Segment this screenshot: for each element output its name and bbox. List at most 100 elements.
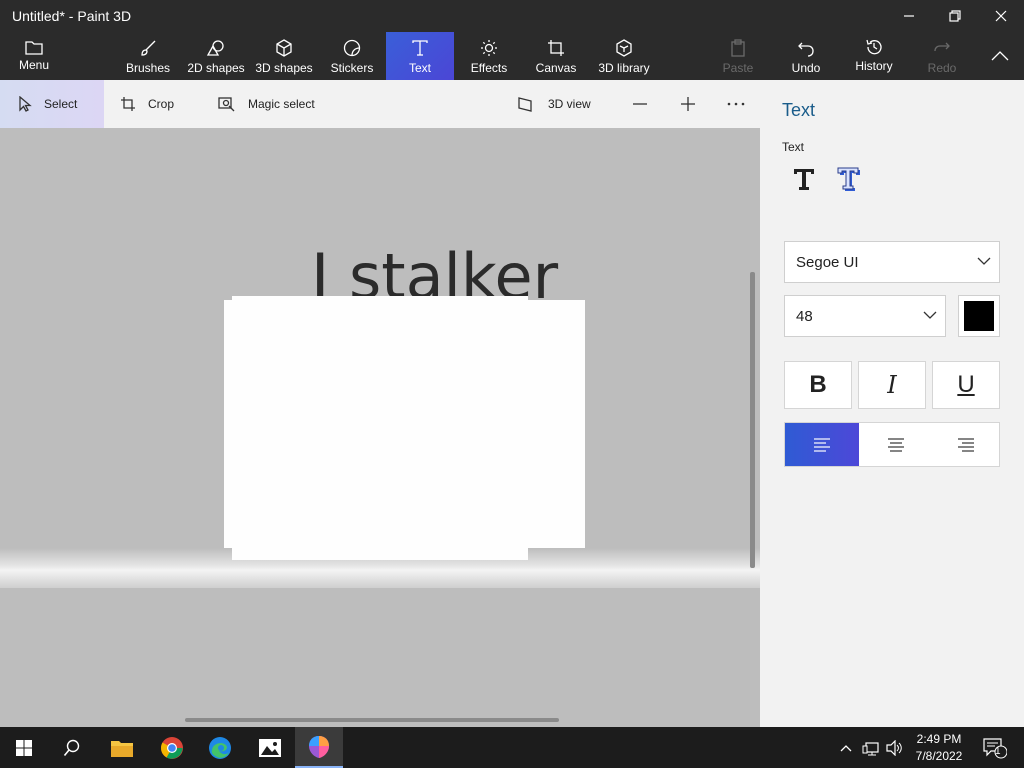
file-explorer-button[interactable] [98, 727, 146, 768]
underline-button[interactable]: U [932, 361, 1000, 409]
2d-shapes-label: 2D shapes [187, 61, 245, 75]
canvas-button[interactable]: Canvas [528, 32, 584, 80]
3d-library-button[interactable]: 3D library [594, 32, 654, 80]
effects-label: Effects [470, 61, 508, 75]
align-left-button[interactable] [785, 423, 859, 466]
underline-label: U [957, 371, 975, 398]
italic-button[interactable]: I [858, 361, 926, 409]
3d-shapes-button[interactable]: 3D shapes [252, 32, 316, 80]
brush-icon [141, 40, 156, 56]
text-color-swatch [964, 301, 994, 331]
text-properties-panel: Text Text Segoe UI 48 B I U [760, 80, 1024, 727]
brushes-label: Brushes [125, 61, 171, 75]
text-color-picker[interactable] [958, 295, 1000, 337]
clock-time: 2:49 PM [916, 732, 962, 746]
3d-view-button[interactable]: 3D view [518, 80, 608, 128]
undo-icon [798, 42, 814, 57]
horizontal-scrollbar[interactable] [185, 718, 559, 722]
3d-text-button[interactable] [834, 164, 864, 194]
more-icon [727, 102, 745, 106]
photos-icon [259, 738, 281, 757]
select-label: Select [44, 97, 78, 111]
stickers-button[interactable]: Stickers [324, 32, 380, 80]
paint-3d-icon [309, 735, 329, 758]
minus-icon [633, 103, 647, 105]
3d-shapes-label: 3D shapes [255, 61, 313, 75]
history-label: History [855, 59, 893, 73]
network-icon [862, 741, 879, 755]
clock-date: 7/8/2022 [915, 749, 963, 763]
chrome-button[interactable] [148, 727, 196, 768]
brushes-button[interactable]: Brushes [118, 32, 178, 80]
volume-button[interactable] [884, 727, 906, 768]
text-label: Text [408, 61, 431, 75]
crop-icon [121, 97, 135, 111]
bold-label: B [809, 371, 827, 398]
start-button[interactable] [0, 727, 48, 768]
magic-select-button[interactable]: Magic select [218, 80, 338, 128]
minimize-button[interactable] [886, 0, 932, 32]
system-clock[interactable]: 2:49 PM 7/8/2022 [904, 731, 974, 765]
history-button[interactable]: History [848, 32, 900, 80]
text-button[interactable]: Text [386, 32, 454, 80]
bold-button[interactable]: B [784, 361, 852, 409]
restore-icon [949, 10, 961, 22]
search-icon [63, 739, 80, 756]
2d-text-button[interactable] [789, 164, 819, 194]
history-icon [866, 39, 882, 55]
effects-button[interactable]: Effects [462, 32, 516, 80]
network-button[interactable] [860, 727, 882, 768]
close-icon [995, 10, 1007, 22]
window-title: Untitled* - Paint 3D [12, 8, 132, 24]
paint-3d-taskbar-button[interactable] [295, 727, 343, 768]
restore-button[interactable] [932, 0, 978, 32]
font-size-dropdown[interactable]: 48 [784, 295, 946, 337]
paste-button[interactable]: Paste [716, 32, 760, 80]
2d-shapes-icon [206, 40, 224, 56]
close-button[interactable] [978, 0, 1024, 32]
chevron-up-icon [840, 744, 852, 751]
2d-shapes-button[interactable]: 2D shapes [184, 32, 248, 80]
align-center-button[interactable] [859, 423, 933, 466]
canvas-workspace[interactable]: I stalker [0, 128, 760, 727]
zoom-out-button[interactable] [626, 80, 654, 128]
notifications-button[interactable]: 1 [980, 727, 1010, 768]
show-hidden-icons-button[interactable] [836, 727, 856, 768]
text-style-label: Text [782, 140, 805, 154]
redo-button[interactable]: Redo [920, 32, 964, 80]
notification-count: 1 [995, 746, 1001, 757]
canvas-label: Canvas [535, 61, 577, 75]
cube-icon [276, 39, 292, 57]
vertical-scrollbar[interactable] [750, 272, 755, 568]
crop-tool-button[interactable]: Crop [120, 80, 200, 128]
3d-text-icon [837, 167, 860, 191]
main-ribbon: Menu Brushes 2D shapes 3D shapes Sticker… [0, 32, 1024, 80]
font-family-dropdown[interactable]: Segoe UI [784, 241, 1000, 283]
font-size-value: 48 [796, 308, 813, 325]
menu-button[interactable]: Menu [4, 32, 64, 80]
magic-select-icon [218, 97, 235, 112]
taskbar: 2:49 PM 7/8/2022 1 [0, 727, 1024, 768]
edge-button[interactable] [196, 727, 244, 768]
undo-button[interactable]: Undo [782, 32, 830, 80]
align-right-icon [958, 437, 974, 452]
italic-label: I [887, 371, 897, 399]
crop-label: Crop [148, 97, 175, 111]
canvas-paper-edge [224, 300, 585, 548]
photos-button[interactable] [246, 727, 294, 768]
3d-library-label: 3D library [598, 61, 650, 75]
windows-icon [16, 739, 32, 756]
select-tool-button[interactable]: Select [0, 80, 104, 128]
cursor-icon [19, 96, 32, 112]
tool-options-bar: Select Crop Magic select 3D view [0, 80, 760, 128]
align-right-button[interactable] [933, 423, 999, 466]
more-options-button[interactable] [722, 80, 750, 128]
collapse-ribbon-button[interactable] [980, 32, 1020, 80]
zoom-in-button[interactable] [674, 80, 702, 128]
search-button[interactable] [48, 727, 96, 768]
3d-library-icon [616, 39, 632, 57]
magic-select-label: Magic select [248, 97, 315, 111]
redo-icon [934, 42, 950, 52]
text-icon [412, 40, 428, 56]
panel-title: Text [782, 100, 816, 120]
